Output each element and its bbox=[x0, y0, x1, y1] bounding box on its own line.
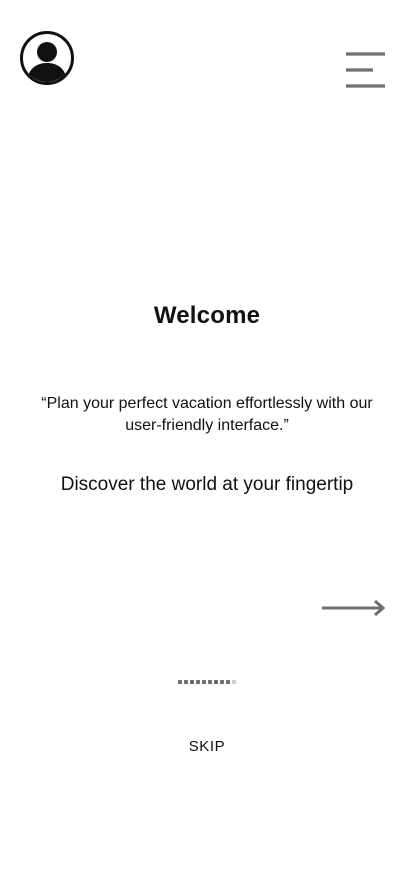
right-arrow-icon bbox=[322, 599, 386, 617]
menu-button[interactable] bbox=[343, 50, 387, 90]
progress-dot bbox=[178, 680, 182, 684]
skip-button[interactable]: SKIP bbox=[167, 736, 247, 758]
next-button[interactable] bbox=[320, 596, 388, 620]
progress-dot bbox=[196, 680, 200, 684]
onboarding-progress bbox=[178, 679, 238, 685]
page-title: Welcome bbox=[153, 302, 261, 329]
hamburger-menu-icon bbox=[346, 52, 385, 88]
user-avatar-icon[interactable] bbox=[19, 30, 75, 86]
progress-dot bbox=[214, 680, 218, 684]
progress-dot bbox=[226, 680, 230, 684]
progress-dot bbox=[190, 680, 194, 684]
intro-quote: “Plan your perfect vacation effortlessly… bbox=[41, 395, 373, 434]
progress-dot bbox=[184, 680, 188, 684]
progress-dot bbox=[208, 680, 212, 684]
tagline: Discover the world at your fingertip bbox=[60, 474, 354, 495]
progress-dot bbox=[202, 680, 206, 684]
progress-dot bbox=[232, 680, 236, 684]
progress-dots bbox=[178, 680, 236, 684]
progress-dot bbox=[220, 680, 224, 684]
